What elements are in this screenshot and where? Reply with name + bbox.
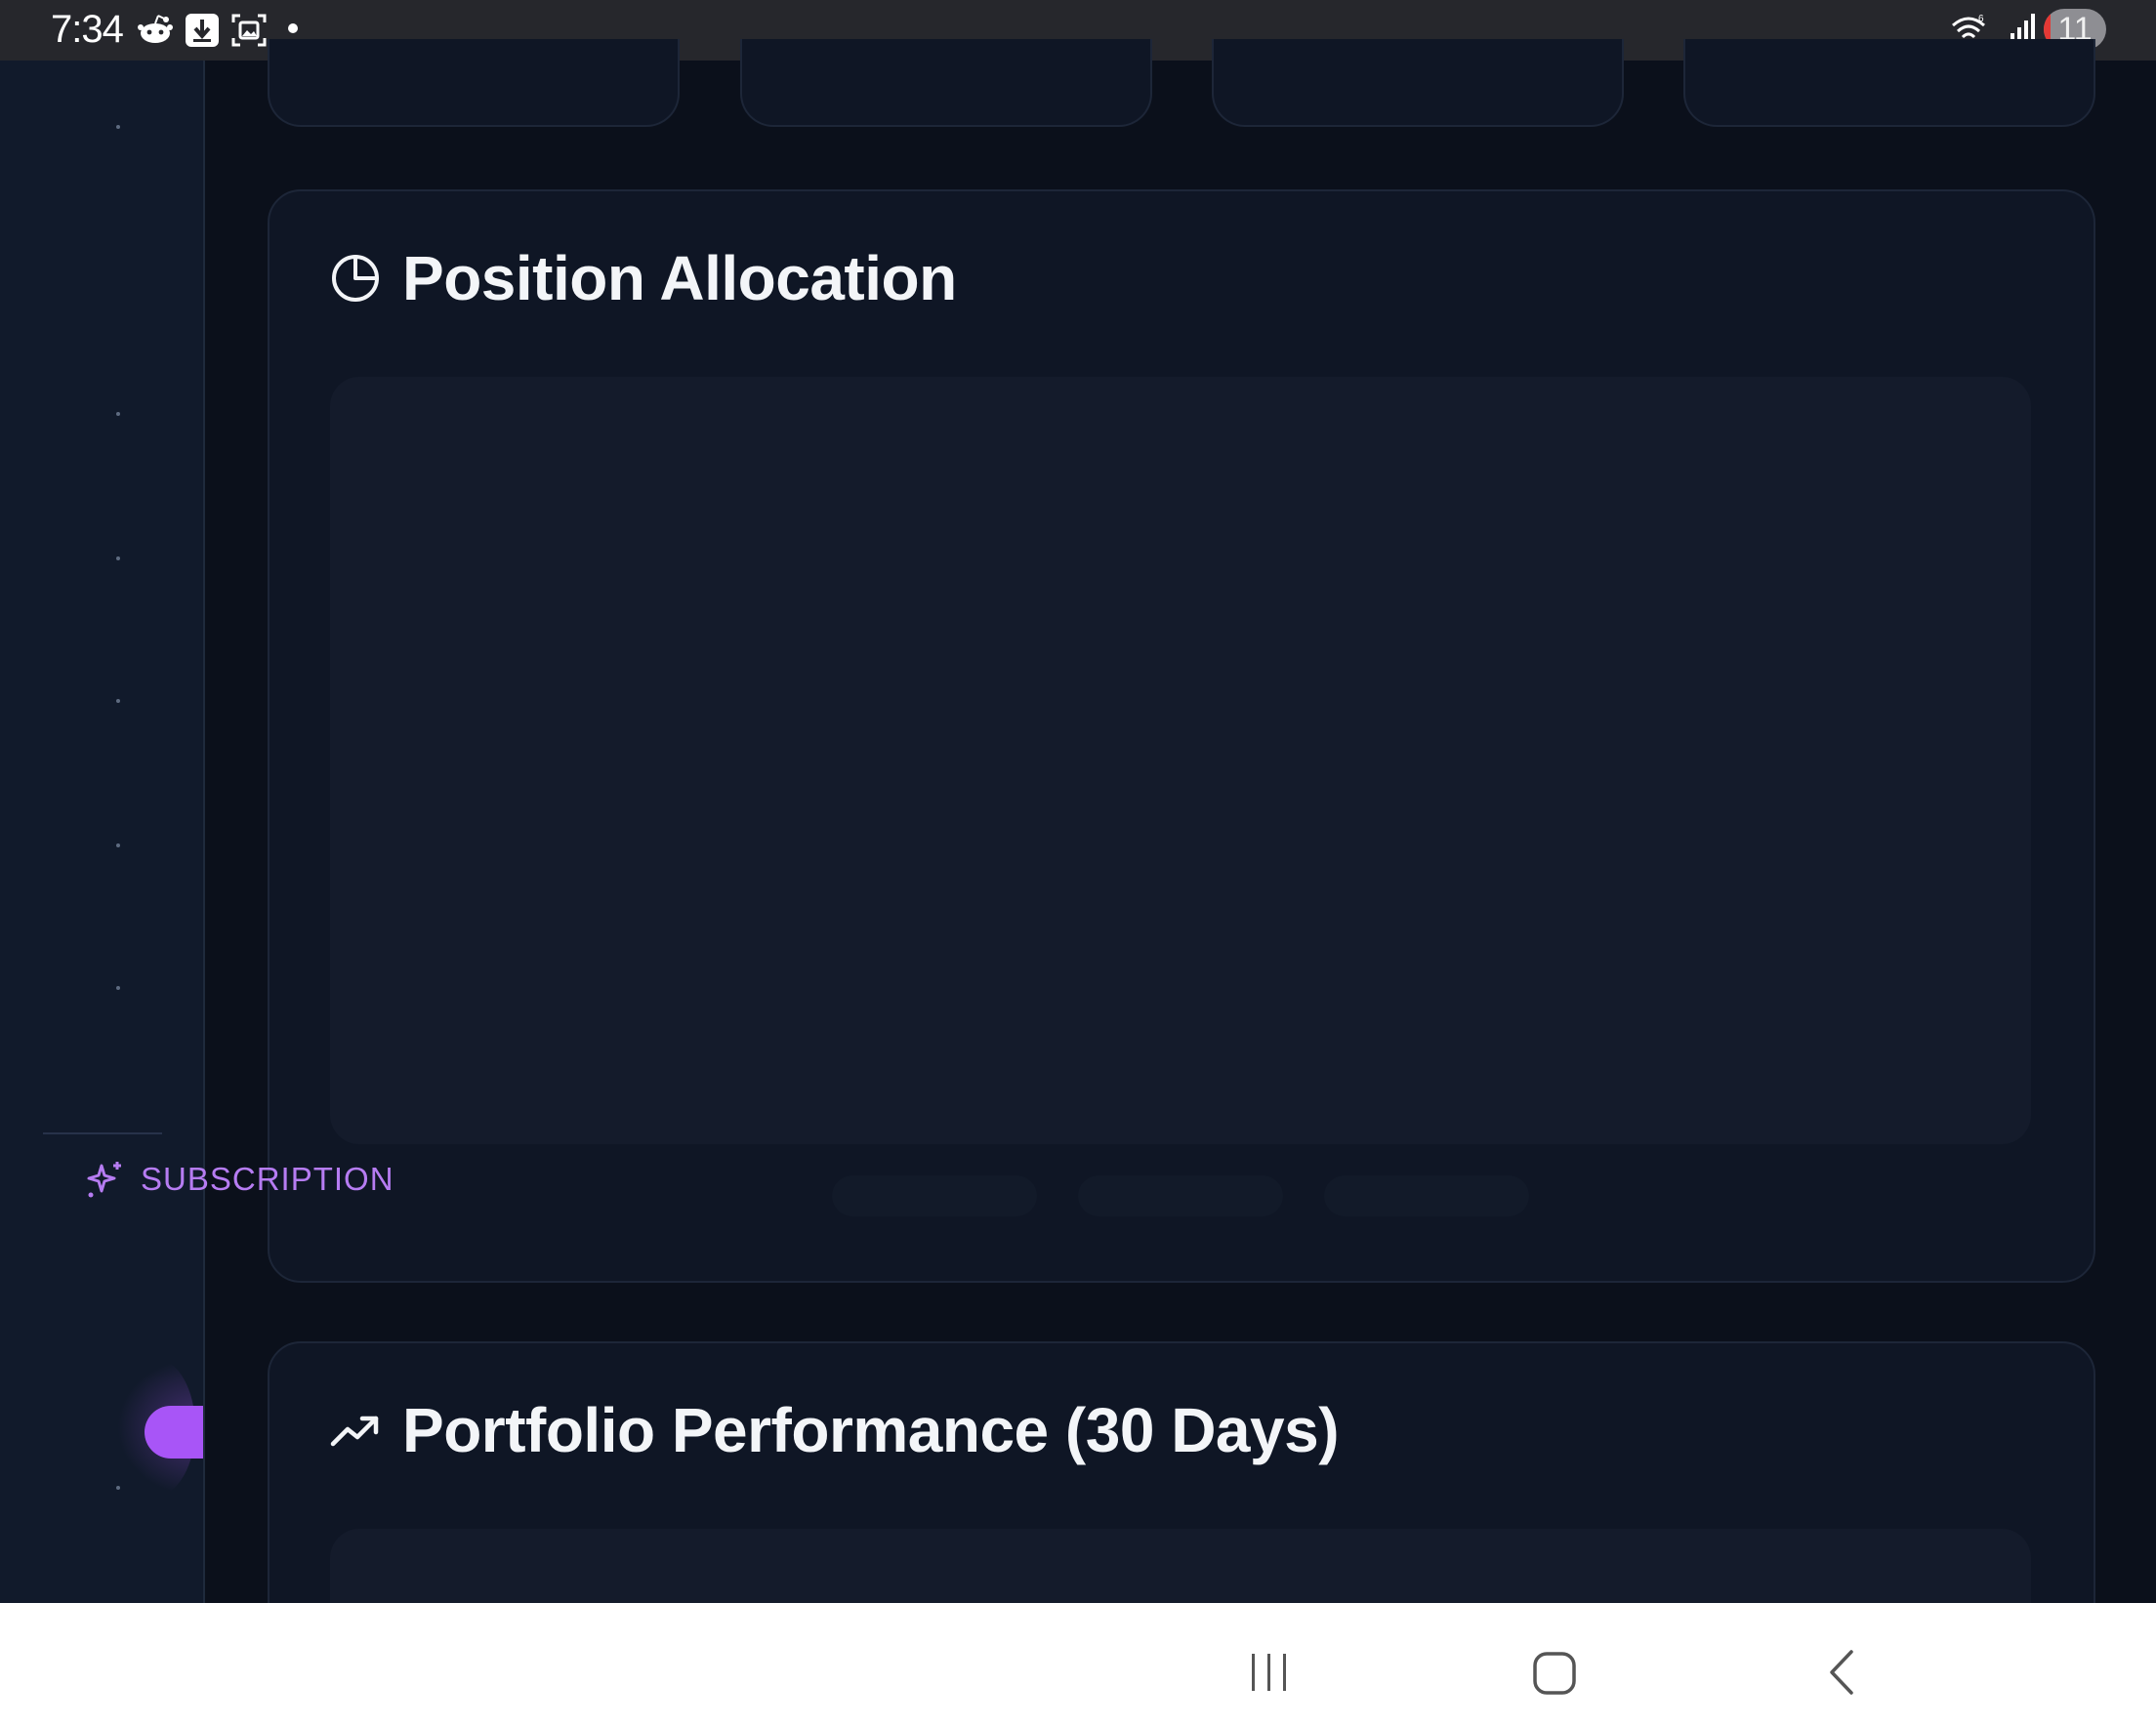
sidebar <box>0 61 205 1603</box>
position-allocation-panel: Position Allocation <box>268 189 2095 1283</box>
stat-card-3 <box>1212 39 1624 127</box>
allocation-legend-placeholder-2 <box>1078 1175 1283 1216</box>
status-time: 7:34 <box>51 8 124 51</box>
screenshot-icon <box>231 14 267 47</box>
sidebar-divider <box>43 1132 162 1134</box>
subscription-label: SUBSCRIPTION <box>141 1161 394 1197</box>
sidebar-nav-item-6[interactable] <box>116 986 120 990</box>
download-icon <box>186 14 219 47</box>
stat-card-2 <box>740 39 1152 127</box>
reddit-icon <box>138 15 173 43</box>
position-allocation-title: Position Allocation <box>402 243 957 313</box>
allocation-legend-placeholder-1 <box>832 1175 1037 1216</box>
recents-button[interactable] <box>1246 1650 1293 1695</box>
portfolio-performance-title: Portfolio Performance (30 Days) <box>402 1395 1340 1465</box>
sidebar-item-subscription[interactable]: SUBSCRIPTION <box>84 1154 394 1205</box>
trending-up-icon <box>330 1416 379 1447</box>
sparkle-icon <box>87 1162 121 1198</box>
pie-chart-icon <box>332 255 379 302</box>
avatar[interactable] <box>145 1406 203 1459</box>
allocation-chart-placeholder <box>330 377 2031 1144</box>
sidebar-nav-item-4[interactable] <box>116 699 120 703</box>
portfolio-performance-header: Portfolio Performance (30 Days) <box>330 1392 1340 1468</box>
position-allocation-header: Position Allocation <box>330 240 957 316</box>
system-navigation-bar <box>0 1603 2156 1726</box>
stat-card-1 <box>268 39 680 127</box>
back-button[interactable] <box>1822 1648 1861 1697</box>
allocation-legend-placeholder-3 <box>1324 1175 1529 1216</box>
home-button[interactable] <box>1531 1650 1578 1697</box>
svg-text:6: 6 <box>1978 14 1984 24</box>
sidebar-nav-item-1[interactable] <box>116 125 120 129</box>
sidebar-nav-item-2[interactable] <box>116 412 120 416</box>
sidebar-nav-item-7[interactable] <box>116 1486 120 1490</box>
notification-dot-icon <box>288 23 298 33</box>
sidebar-nav-item-3[interactable] <box>116 556 120 560</box>
stat-card-4 <box>1683 39 2095 127</box>
sidebar-nav-item-5[interactable] <box>116 843 120 847</box>
